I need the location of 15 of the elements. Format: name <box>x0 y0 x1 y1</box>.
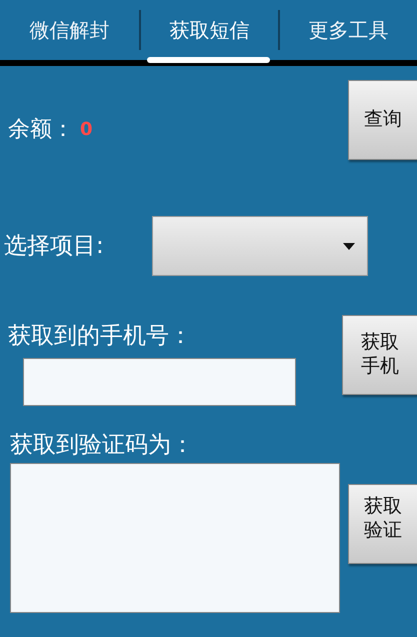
balance-label: 余额： <box>8 116 74 144</box>
caret-icon <box>343 242 355 250</box>
get-code-button[interactable]: 获取 验证 <box>348 484 417 564</box>
get-phone-button[interactable]: 获取 手机 <box>342 315 417 395</box>
phone-label: 获取到的手机号： <box>8 325 193 348</box>
project-label: 选择项目: <box>4 232 105 261</box>
tab[interactable]: 微信解封 <box>0 0 139 60</box>
project-dropdown[interactable] <box>152 216 368 276</box>
tab[interactable]: 更多工具 <box>280 0 417 60</box>
balance-value: 0 <box>80 118 93 142</box>
code-field[interactable] <box>10 463 340 613</box>
query-button[interactable]: 查询 <box>348 80 417 160</box>
code-label: 获取到验证码为： <box>10 434 195 457</box>
phone-field[interactable] <box>23 358 296 406</box>
tab[interactable]: 获取短信 <box>141 0 278 60</box>
